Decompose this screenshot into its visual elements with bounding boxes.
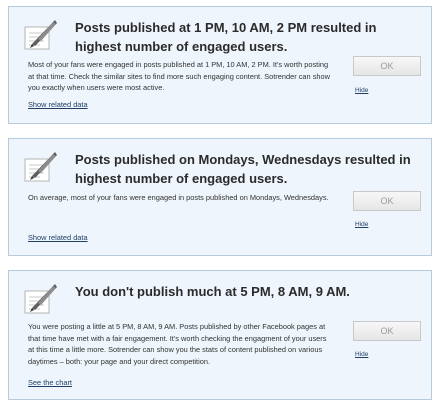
show-related-data-link[interactable]: Show related data: [28, 233, 88, 242]
hide-link[interactable]: Hide: [355, 87, 368, 94]
quill-on-paper-icon: [24, 152, 57, 182]
insight-title: Posts published on Mondays, Wednesdays r…: [75, 152, 411, 186]
ok-button[interactable]: OK: [353, 191, 421, 211]
see-the-chart-link[interactable]: See the chart: [28, 378, 72, 387]
show-related-data-link[interactable]: Show related data: [28, 100, 88, 109]
ok-button[interactable]: OK: [353, 56, 421, 76]
hide-link[interactable]: Hide: [355, 351, 368, 358]
insight-card: Posts published on Mondays, Wednesdays r…: [8, 138, 432, 256]
insight-description: Most of your fans were engaged in posts …: [28, 60, 330, 92]
insight-title: Posts published at 1 PM, 10 AM, 2 PM res…: [75, 20, 377, 54]
insight-title: You don't publish much at 5 PM, 8 AM, 9 …: [75, 284, 350, 299]
insight-card: Posts published at 1 PM, 10 AM, 2 PM res…: [8, 6, 432, 124]
insight-description: On average, most of your fans were engag…: [28, 193, 329, 202]
ok-button[interactable]: OK: [353, 321, 421, 341]
hide-link[interactable]: Hide: [355, 221, 368, 228]
quill-on-paper-icon: [24, 20, 57, 50]
insight-description: You were posting a little at 5 PM, 8 AM,…: [28, 322, 327, 366]
insight-card: You don't publish much at 5 PM, 8 AM, 9 …: [8, 270, 432, 400]
quill-on-paper-icon: [24, 284, 57, 314]
